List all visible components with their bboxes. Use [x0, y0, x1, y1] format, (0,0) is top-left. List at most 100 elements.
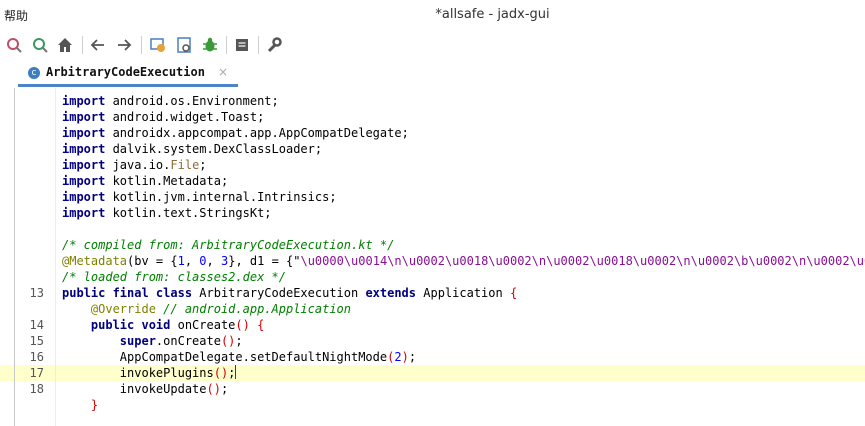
code-token: 1 — [177, 254, 185, 268]
code-text: @Override // android.app.Application — [62, 301, 351, 317]
code-token: ArbitraryCodeExecution — [192, 286, 366, 300]
code-token: import — [62, 126, 106, 140]
code-token: (bv = { — [127, 254, 178, 268]
close-icon[interactable]: × — [218, 65, 228, 79]
code-text: public final class ArbitraryCodeExecutio… — [62, 285, 517, 301]
code-token: .onCreate — [155, 334, 221, 348]
code-token: kotlin.jvm.internal.Intrinsics; — [105, 190, 337, 204]
code-line[interactable]: 17 invokePlugins(); — [0, 365, 865, 381]
line-number: 13 — [29, 286, 44, 300]
code-token: @Metadata — [62, 254, 128, 268]
window-title-bar: 帮助 *allsafe - jadx-gui — [0, 0, 865, 30]
code-token: onCreate — [170, 318, 236, 332]
back-icon[interactable] — [88, 35, 108, 55]
code-line[interactable]: import java.io.File; — [0, 157, 865, 173]
code-line[interactable]: 15 super.onCreate(); — [0, 333, 865, 349]
code-text: import java.io.File; — [62, 157, 207, 173]
code-line[interactable]: import kotlin.jvm.internal.Intrinsics; — [0, 189, 865, 205]
code-line[interactable]: import android.os.Environment; — [0, 93, 865, 109]
code-token: androidx.appcompat.app.AppCompatDelegate… — [105, 126, 409, 140]
code-token: super — [62, 334, 156, 348]
code-line[interactable]: import dalvik.system.DexClassLoader; — [0, 141, 865, 157]
code-token: kotlin.text.StringsKt; — [105, 206, 272, 220]
code-token: /* loaded from: classes2.dex */ — [62, 270, 286, 284]
line-number: 14 — [29, 318, 44, 332]
forward-icon[interactable] — [114, 35, 134, 55]
code-line[interactable]: import androidx.appcompat.app.AppCompatD… — [0, 125, 865, 141]
code-token: } — [62, 398, 99, 412]
code-token: import — [62, 190, 106, 204]
code-token: import — [62, 142, 106, 156]
toolbar-separator — [82, 36, 83, 54]
code-token: import — [62, 174, 106, 188]
code-token: AppCompatDelegate.setDefaultNightMode — [62, 350, 388, 364]
code-token: kotlin.Metadata; — [105, 174, 229, 188]
code-token: 2 — [394, 350, 402, 364]
class-icon: c — [28, 67, 40, 79]
code-text: import android.widget.Toast; — [62, 109, 264, 125]
code-line[interactable]: @Metadata(bv = {1, 0, 3}, d1 = {"\u0000\… — [0, 253, 865, 269]
code-line[interactable]: 13 public final class ArbitraryCodeExecut… — [0, 285, 865, 301]
code-line[interactable]: } — [0, 397, 865, 413]
code-line[interactable] — [0, 221, 865, 237]
code-token: import — [62, 94, 106, 108]
tab-arbitrary-code-execution[interactable]: c ArbitraryCodeExecution × — [18, 60, 238, 87]
code-line[interactable]: /* compiled from: ArbitraryCodeExecution… — [0, 237, 865, 253]
line-number: 17 — [29, 366, 44, 380]
code-token: import — [62, 110, 106, 124]
code-line[interactable]: @Override // android.app.Application — [0, 301, 865, 317]
code-line[interactable]: 14 public void onCreate() { — [0, 317, 865, 333]
line-number: 18 — [29, 382, 44, 396]
code-token: { — [509, 286, 518, 300]
code-line[interactable]: /* loaded from: classes2.dex */ — [0, 269, 865, 285]
line-number: 15 — [29, 334, 44, 348]
code-token: android.widget.Toast; — [105, 110, 265, 124]
code-token: ; — [228, 366, 236, 380]
code-token: public final class — [62, 286, 193, 300]
code-token: invokeUpdate — [62, 382, 207, 396]
log-icon[interactable] — [232, 35, 252, 55]
code-editor[interactable]: import android.os.Environment; import and… — [0, 88, 865, 426]
sync-icon[interactable] — [148, 35, 168, 55]
code-token: () — [220, 334, 236, 348]
code-token: Application — [416, 286, 510, 300]
code-text: public void onCreate() { — [62, 317, 264, 333]
code-text: import dalvik.system.DexClassLoader; — [62, 141, 322, 157]
code-line[interactable]: 16 AppCompatDelegate.setDefaultNightMode… — [0, 349, 865, 365]
code-token: ; — [199, 158, 207, 172]
code-token: ) — [401, 350, 409, 364]
code-line[interactable]: import android.widget.Toast; — [0, 109, 865, 125]
settings-icon[interactable] — [264, 35, 284, 55]
code-line[interactable]: import kotlin.Metadata; — [0, 173, 865, 189]
code-token: 0 — [199, 254, 207, 268]
code-token: import — [62, 158, 106, 172]
toolbar-separator — [226, 36, 227, 54]
code-token: java.io. — [105, 158, 171, 172]
code-token: invokePlugins — [62, 366, 214, 380]
code-line[interactable]: 18 invokeUpdate(); — [0, 381, 865, 397]
code-text: } — [62, 397, 98, 413]
code-line[interactable]: import kotlin.text.StringsKt; — [0, 205, 865, 221]
code-token: }, d1 = {" — [228, 254, 301, 268]
code-token: @Override — [62, 302, 156, 316]
code-token: android.os.Environment; — [105, 94, 279, 108]
code-text: /* loaded from: classes2.dex */ — [62, 269, 286, 285]
code-token: File — [170, 158, 200, 172]
code-token: ; — [235, 334, 243, 348]
toolbar-separator — [141, 36, 142, 54]
code-text: /* compiled from: ArbitraryCodeExecution… — [62, 237, 394, 253]
search-text-icon[interactable] — [4, 35, 24, 55]
code-token: () — [235, 318, 250, 332]
code-token: dalvik.system.DexClassLoader; — [105, 142, 323, 156]
code-token: () — [213, 366, 229, 380]
debug-icon[interactable] — [200, 35, 220, 55]
search-class-icon[interactable] — [30, 35, 50, 55]
window-title: *allsafe - jadx-gui — [435, 7, 550, 22]
code-token: public void — [62, 318, 171, 332]
code-text: invokePlugins(); — [62, 365, 237, 381]
home-icon[interactable] — [55, 35, 75, 55]
decompile-icon[interactable] — [174, 35, 194, 55]
code-token: () — [206, 382, 221, 396]
code-text: super.onCreate(); — [62, 333, 243, 349]
